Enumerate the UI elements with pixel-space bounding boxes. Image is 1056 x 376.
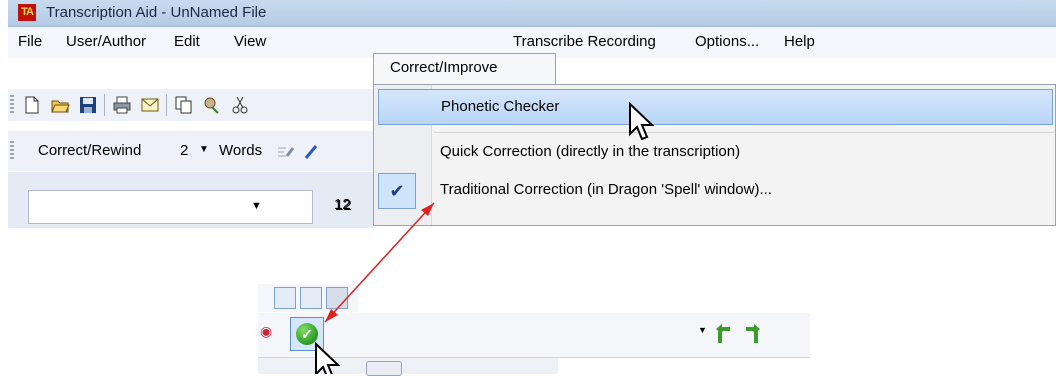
- mouse-cursor-icon: [315, 342, 340, 374]
- annotation-arrow: [324, 202, 435, 323]
- mouse-cursor-icon: [629, 102, 654, 141]
